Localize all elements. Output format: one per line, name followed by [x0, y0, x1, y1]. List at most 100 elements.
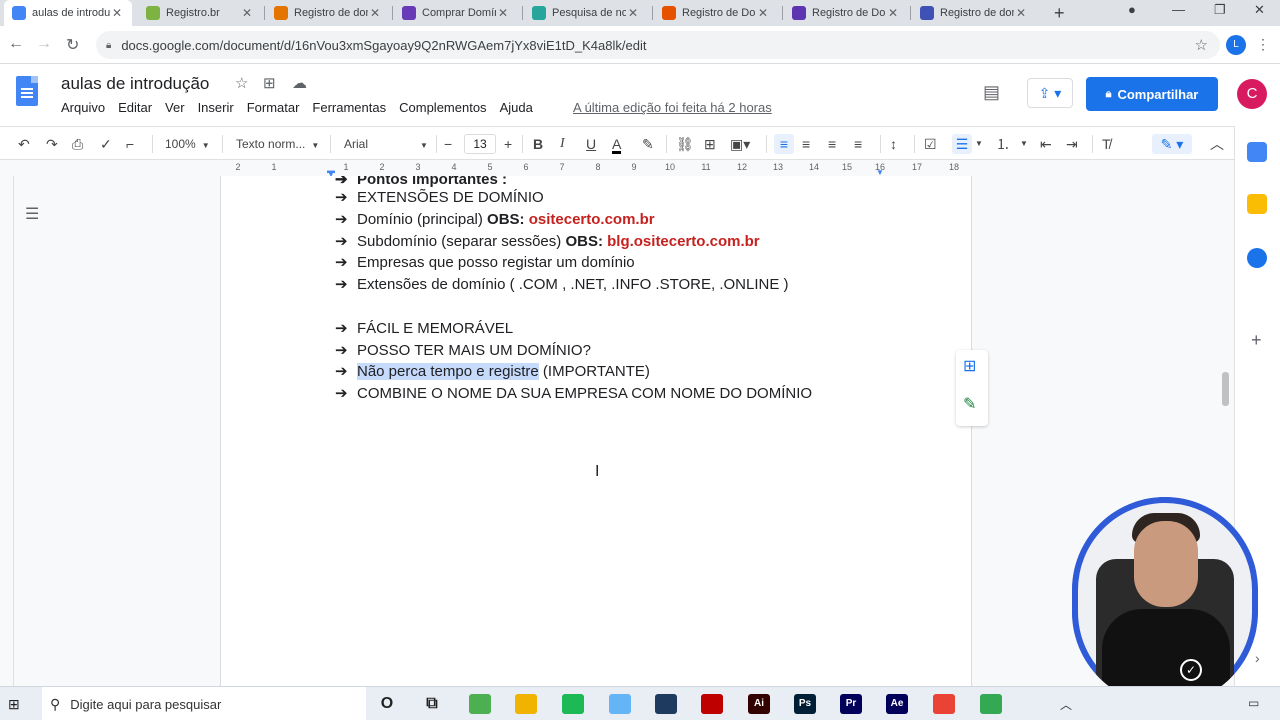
justify-icon[interactable]: ≡ [854, 134, 862, 154]
browser-tab[interactable]: Registro de Domínio✕ [784, 0, 908, 26]
tab-close-icon[interactable]: ✕ [110, 6, 124, 20]
forward-icon[interactable]: → [36, 35, 52, 53]
bold-icon[interactable]: B [533, 134, 543, 154]
decrease-font-size-icon[interactable]: − [444, 134, 452, 154]
window-close-icon[interactable]: ✕ [1254, 2, 1265, 18]
cloud-status-icon[interactable]: ☁ [292, 74, 307, 92]
new-tab-button[interactable]: + [1054, 3, 1065, 24]
profile-avatar[interactable]: L [1226, 35, 1246, 55]
selected-text[interactable]: Não perca tempo e registre [357, 363, 539, 381]
spellcheck-icon[interactable]: ✓ [100, 134, 112, 154]
minimize-icon[interactable]: — [1172, 2, 1185, 17]
clear-formatting-icon[interactable]: T̸ [1102, 134, 1111, 154]
increase-indent-icon[interactable]: ⇥ [1066, 134, 1078, 154]
font-size-input[interactable]: 13 [464, 134, 496, 154]
align-center-icon[interactable]: ≡ [802, 134, 810, 154]
taskbar-file-explorer-icon[interactable] [515, 694, 537, 714]
document-page[interactable]: ➔ Pontos importantes : ➔ EXTENSÕES DE DOMÍ… [220, 176, 972, 686]
menu-item[interactable]: Arquivo [61, 100, 105, 115]
scrollbar-thumb[interactable] [1222, 372, 1229, 406]
numbered-list-options-icon[interactable]: ▼ [1020, 134, 1028, 154]
move-folder-icon[interactable]: ⊞ [263, 74, 276, 92]
underline-icon[interactable]: U [586, 134, 596, 154]
url-bar[interactable]: 🔒︎ docs.google.com/document/d/16nVou3xmS… [96, 31, 1220, 59]
taskbar-illustrator-icon[interactable]: Ai [748, 694, 770, 714]
menu-item[interactable]: Complementos [399, 100, 486, 115]
highlight-color-icon[interactable]: ✎ [642, 134, 654, 154]
taskbar-cortana-icon[interactable]: O [376, 694, 398, 714]
menu-item[interactable]: Ver [165, 100, 185, 115]
tab-close-icon[interactable]: ✕ [496, 6, 510, 20]
taskbar-spotify-icon[interactable] [562, 694, 584, 714]
reload-icon[interactable]: ↻ [66, 35, 79, 55]
suggest-edits-icon[interactable]: ✎ [963, 394, 976, 414]
docs-logo-icon[interactable] [16, 76, 38, 106]
bullet-line[interactable]: ➔ FÁCIL E MEMORÁVEL [335, 319, 513, 337]
bullet-line[interactable]: ➔ Subdomínio (separar sessões) OBS: blg.o… [335, 232, 760, 250]
taskbar-filezilla-icon[interactable] [701, 694, 723, 714]
tab-close-icon[interactable]: ✕ [240, 6, 254, 20]
font-select[interactable]: Arial ▼ [344, 134, 428, 154]
maximize-icon[interactable]: ❐ [1214, 2, 1226, 18]
browser-tab[interactable]: Registro.br ✕ [138, 0, 262, 26]
taskbar-search[interactable]: ⚲ Digite aqui para pesquisar [42, 687, 366, 720]
hide-menus-icon[interactable]: ︿ [1210, 134, 1224, 154]
windows-start-icon[interactable]: ⊞ [8, 696, 20, 713]
bulleted-list-options-icon[interactable]: ▼ [975, 134, 983, 154]
add-comment-icon[interactable]: ⊞ [963, 356, 976, 376]
add-comment-icon[interactable]: ⊞ [704, 134, 716, 154]
menu-item[interactable]: Ajuda [500, 100, 533, 115]
tab-close-icon[interactable]: ✕ [886, 6, 900, 20]
bookmark-star-icon[interactable]: ☆ [1195, 36, 1208, 54]
share-button[interactable]: 🔒︎ Compartilhar [1086, 77, 1218, 111]
keep-icon[interactable] [1247, 194, 1267, 214]
taskbar-photoshop-icon[interactable]: Ps [794, 694, 816, 714]
bullet-line[interactable]: ➔ Empresas que posso registar um domínio [335, 253, 635, 271]
get-addons-icon[interactable]: + [1251, 330, 1262, 351]
taskbar-chrome-icon[interactable] [933, 694, 955, 714]
present-button[interactable]: ⇪ ▾ [1027, 78, 1073, 108]
comments-icon[interactable]: ▤ [983, 82, 1000, 103]
paragraph-style-select[interactable]: Texto norm... ▼ [236, 134, 319, 154]
increase-font-size-icon[interactable]: + [504, 134, 512, 154]
align-left-icon[interactable]: ≡ [774, 134, 794, 154]
expand-panel-icon[interactable]: › [1255, 650, 1260, 666]
browser-tab[interactable]: Comprar Domínio✕ [394, 0, 518, 26]
italic-icon[interactable]: I [560, 134, 565, 154]
calendar-icon[interactable] [1247, 142, 1267, 162]
document-title[interactable]: aulas de introdução [61, 74, 209, 94]
paint-format-icon[interactable]: ⌐ [126, 134, 134, 154]
redo-icon[interactable]: ↷ [46, 134, 58, 154]
align-right-icon[interactable]: ≡ [828, 134, 836, 154]
notifications-icon[interactable]: ▭ [1248, 696, 1259, 710]
back-icon[interactable]: ← [8, 35, 24, 53]
editing-mode-icon[interactable]: ✎ ▾ [1152, 134, 1192, 154]
bullet-line[interactable]: ➔ EXTENSÕES DE DOMÍNIO [335, 188, 544, 206]
line-spacing-icon[interactable]: ↕ [890, 134, 897, 154]
tray-chevron-icon[interactable]: ︿ [1060, 696, 1072, 713]
browser-tab[interactable]: aulas de introdução✕ [4, 0, 132, 26]
browser-menu-icon[interactable]: ⋮ [1256, 36, 1270, 53]
insert-link-icon[interactable]: ⛓ [676, 134, 694, 154]
bullet-line[interactable]: ➔ COMBINE O NOME DA SUA EMPRESA COM NOME … [335, 384, 812, 402]
taskbar-after-effects-icon[interactable]: Ae [886, 694, 908, 714]
tab-close-icon[interactable]: ✕ [626, 6, 640, 20]
bullet-line[interactable]: ➔ Extensões de domínio ( .COM , .NET, .IN… [335, 275, 789, 293]
decrease-indent-icon[interactable]: ⇤ [1040, 134, 1052, 154]
browser-tab[interactable]: Registro de domínio✕ [266, 0, 390, 26]
browser-tab[interactable]: Pesquisa de nomes✕ [524, 0, 648, 26]
bulleted-list-icon[interactable]: ☰ [952, 134, 972, 154]
star-icon[interactable]: ☆ [235, 74, 248, 92]
last-edit-link[interactable]: A última edição foi feita há 2 horas [573, 100, 772, 115]
bullet-line[interactable]: ➔ Domínio (principal) OBS: ositecerto.com… [335, 210, 655, 228]
menu-item[interactable]: Editar [118, 100, 152, 115]
insert-image-icon[interactable]: ▣▾ [730, 134, 750, 154]
numbered-list-icon[interactable]: ⒈ [996, 134, 1010, 154]
undo-icon[interactable]: ↶ [18, 134, 30, 154]
taskbar-task-view-icon[interactable]: ⧉ [421, 694, 443, 714]
horizontal-ruler[interactable]: ▬ ▼ ▼ 2 1 1 2 3 4 5 6 7 8 9 10 11 12 13 14 15 16 17 18 [220, 160, 972, 179]
document-outline-icon[interactable]: ☰ [25, 204, 39, 224]
menu-item[interactable]: Ferramentas [312, 100, 386, 115]
taskbar-app-3-icon[interactable] [655, 694, 677, 714]
tasks-icon[interactable] [1247, 248, 1267, 268]
